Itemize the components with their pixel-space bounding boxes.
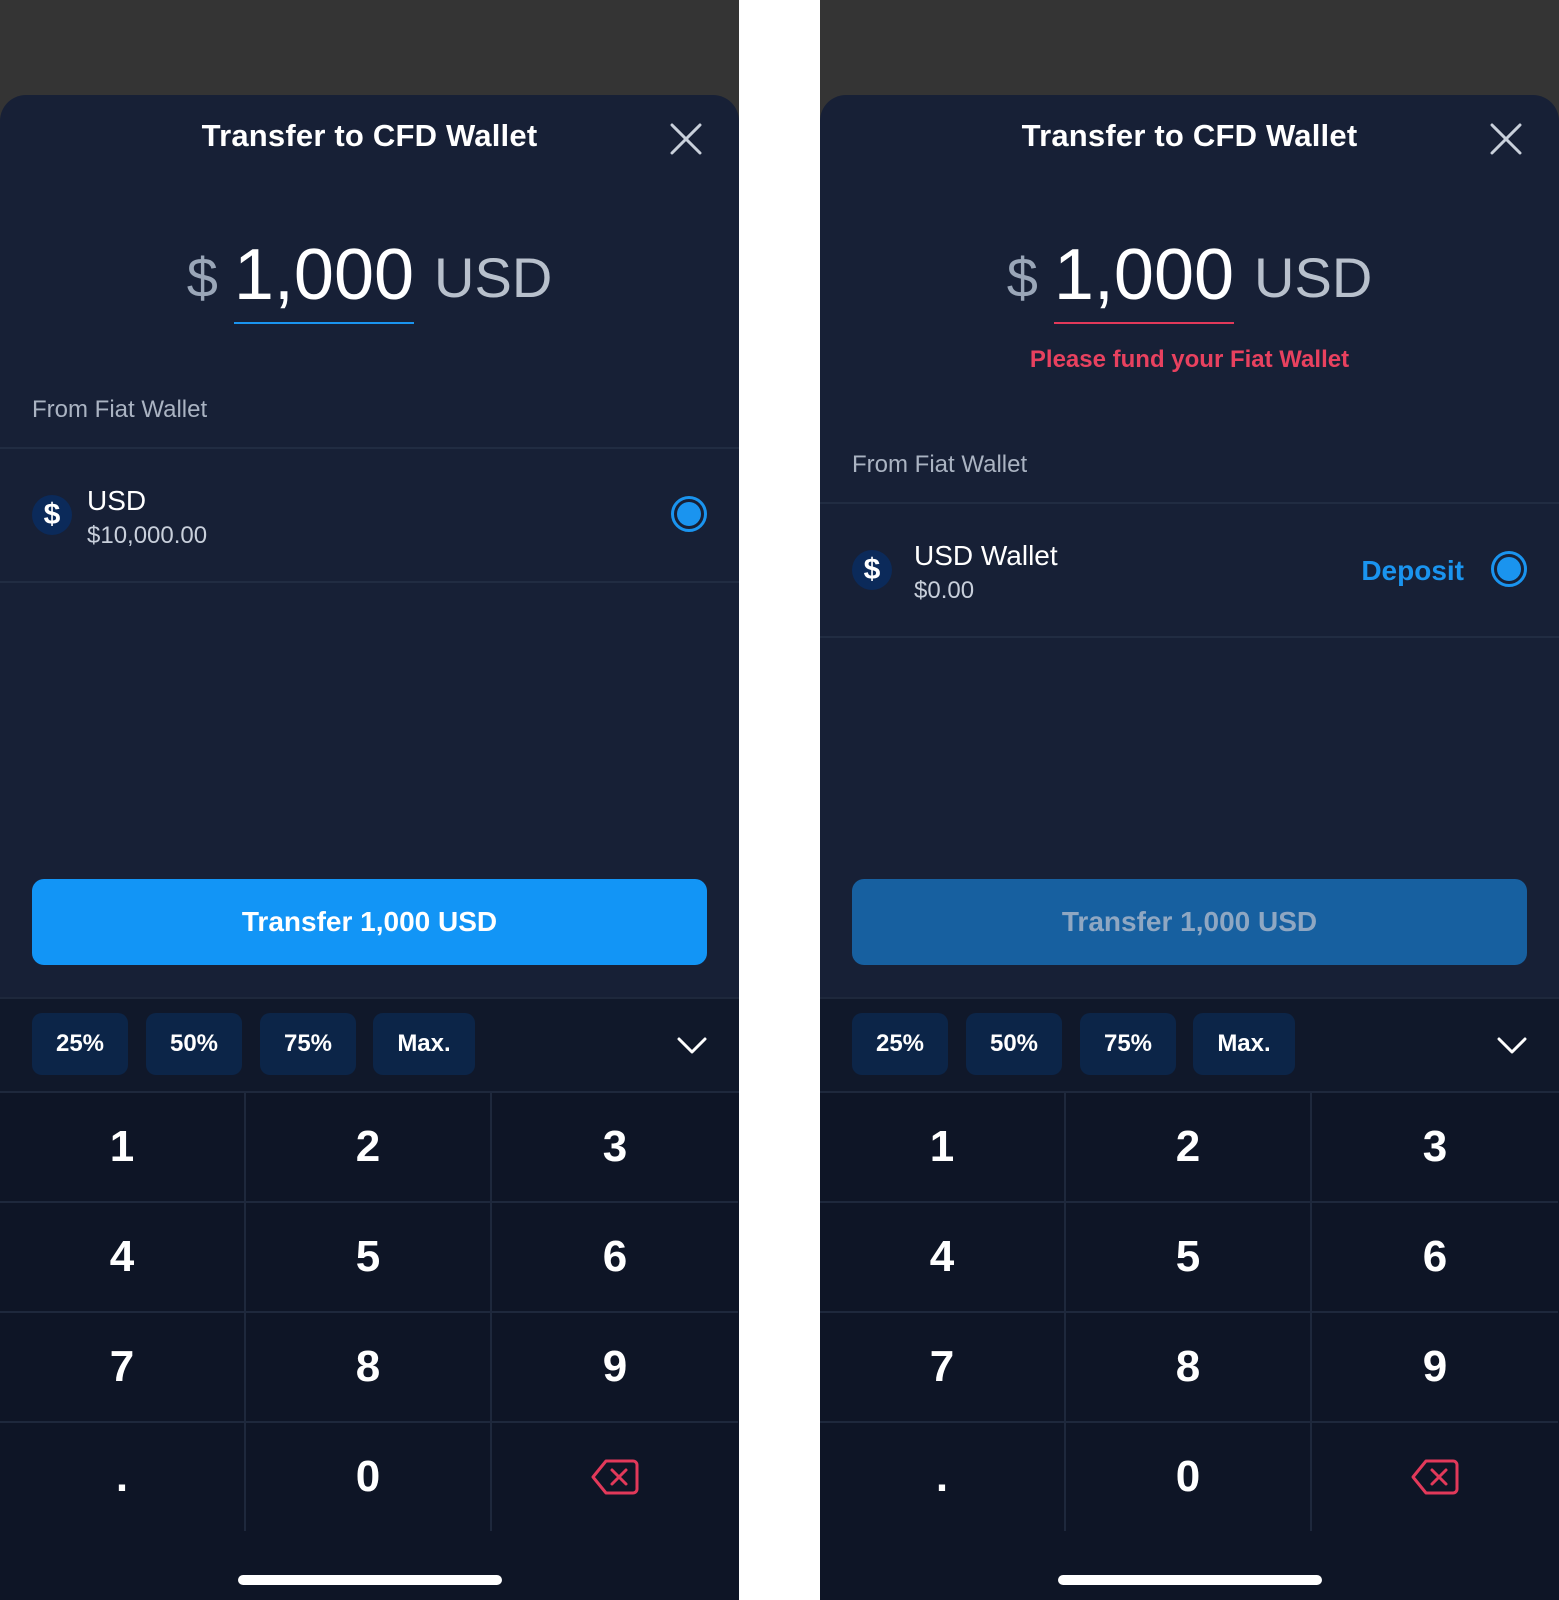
currency-symbol: $	[1006, 246, 1038, 309]
key-1[interactable]: 1	[820, 1093, 1066, 1203]
key-9[interactable]: 9	[492, 1313, 738, 1423]
sheet-title: Transfer to CFD Wallet	[1021, 118, 1358, 153]
key-9[interactable]: 9	[1312, 1313, 1558, 1423]
key-8[interactable]: 8	[1066, 1313, 1312, 1423]
divider	[0, 581, 739, 583]
key-3[interactable]: 3	[492, 1093, 738, 1203]
quick-max-button[interactable]: Max.	[1193, 1013, 1295, 1075]
wallet-radio-selected[interactable]	[671, 496, 707, 532]
wallet-name: USD	[87, 485, 147, 516]
quick-25-button[interactable]: 25%	[852, 1013, 948, 1075]
key-3[interactable]: 3	[1312, 1093, 1558, 1203]
home-indicator-area	[820, 1531, 1559, 1600]
amount-value: 1,000	[1053, 235, 1235, 315]
wallet-radio-selected[interactable]	[1491, 551, 1527, 587]
key-5[interactable]: 5	[246, 1203, 492, 1313]
currency-symbol: $	[186, 246, 218, 309]
key-decimal[interactable]: .	[820, 1423, 1066, 1533]
quick-max-button[interactable]: Max.	[373, 1013, 475, 1075]
screen-left: Transfer to CFD Wallet $ 1,000 USD From …	[0, 0, 739, 1600]
quick-amount-bar: 25% 50% 75% Max.	[0, 997, 739, 1093]
home-indicator[interactable]	[1057, 1575, 1322, 1585]
amount-unit: USD	[1254, 246, 1373, 309]
quick-50-button[interactable]: 50%	[146, 1013, 242, 1075]
amount-underline-error	[1053, 322, 1235, 324]
divider	[820, 636, 1559, 638]
key-0[interactable]: 0	[1066, 1423, 1312, 1533]
amount-underline	[233, 322, 415, 324]
key-7[interactable]: 7	[820, 1313, 1066, 1423]
radio-dot	[1497, 557, 1521, 581]
amount-value: 1,000	[233, 235, 415, 315]
quick-25-button[interactable]: 25%	[32, 1013, 128, 1075]
close-icon[interactable]	[1489, 122, 1523, 156]
home-indicator[interactable]	[237, 1575, 502, 1585]
deposit-link[interactable]: Deposit	[1361, 555, 1464, 587]
key-decimal[interactable]: .	[0, 1423, 246, 1533]
amount-input[interactable]: 1,000	[233, 232, 415, 324]
amount-input[interactable]: 1,000	[1053, 232, 1235, 324]
screen-right: Transfer to CFD Wallet $ 1,000 USD Pleas…	[820, 0, 1559, 1600]
dollar-icon: $	[852, 550, 892, 590]
backspace-icon	[1411, 1459, 1459, 1495]
sheet-title: Transfer to CFD Wallet	[201, 118, 538, 153]
chevron-down-icon[interactable]	[1495, 1028, 1529, 1062]
key-6[interactable]: 6	[492, 1203, 738, 1313]
error-message: Please fund your Fiat Wallet	[1029, 346, 1350, 373]
amount-display: $ 1,000 USD	[820, 232, 1559, 324]
wallet-option-usd[interactable]: $ USD Wallet $0.00 Deposit	[820, 504, 1559, 636]
quick-amount-bar: 25% 50% 75% Max.	[820, 997, 1559, 1093]
key-8[interactable]: 8	[246, 1313, 492, 1423]
wallet-option-usd[interactable]: $ USD $10,000.00	[0, 449, 739, 581]
transfer-button[interactable]: Transfer 1,000 USD	[32, 879, 707, 965]
backspace-icon	[591, 1459, 639, 1495]
key-2[interactable]: 2	[246, 1093, 492, 1203]
dollar-icon: $	[32, 495, 72, 535]
key-2[interactable]: 2	[1066, 1093, 1312, 1203]
numeric-keypad: 1 2 3 4 5 6 7 8 9 . 0	[820, 1091, 1559, 1533]
numeric-keypad: 1 2 3 4 5 6 7 8 9 . 0	[0, 1091, 739, 1533]
wallet-balance: $10,000.00	[87, 522, 208, 549]
amount-unit: USD	[434, 246, 553, 309]
key-1[interactable]: 1	[0, 1093, 246, 1203]
chevron-down-icon[interactable]	[675, 1028, 709, 1062]
transfer-button-disabled[interactable]: Transfer 1,000 USD	[852, 879, 1527, 965]
quick-50-button[interactable]: 50%	[966, 1013, 1062, 1075]
radio-dot	[677, 502, 701, 526]
key-7[interactable]: 7	[0, 1313, 246, 1423]
key-6[interactable]: 6	[1312, 1203, 1558, 1313]
quick-75-button[interactable]: 75%	[1080, 1013, 1176, 1075]
home-indicator-area	[0, 1531, 739, 1600]
from-wallet-label: From Fiat Wallet	[852, 451, 1028, 478]
key-5[interactable]: 5	[1066, 1203, 1312, 1313]
close-icon[interactable]	[669, 122, 703, 156]
amount-display: $ 1,000 USD	[0, 232, 739, 324]
quick-75-button[interactable]: 75%	[260, 1013, 356, 1075]
key-backspace[interactable]	[1312, 1423, 1558, 1533]
key-4[interactable]: 4	[0, 1203, 246, 1313]
wallet-name: USD Wallet	[914, 540, 1058, 571]
key-backspace[interactable]	[492, 1423, 738, 1533]
key-4[interactable]: 4	[820, 1203, 1066, 1313]
key-0[interactable]: 0	[246, 1423, 492, 1533]
from-wallet-label: From Fiat Wallet	[32, 396, 208, 423]
wallet-balance: $0.00	[914, 577, 975, 604]
